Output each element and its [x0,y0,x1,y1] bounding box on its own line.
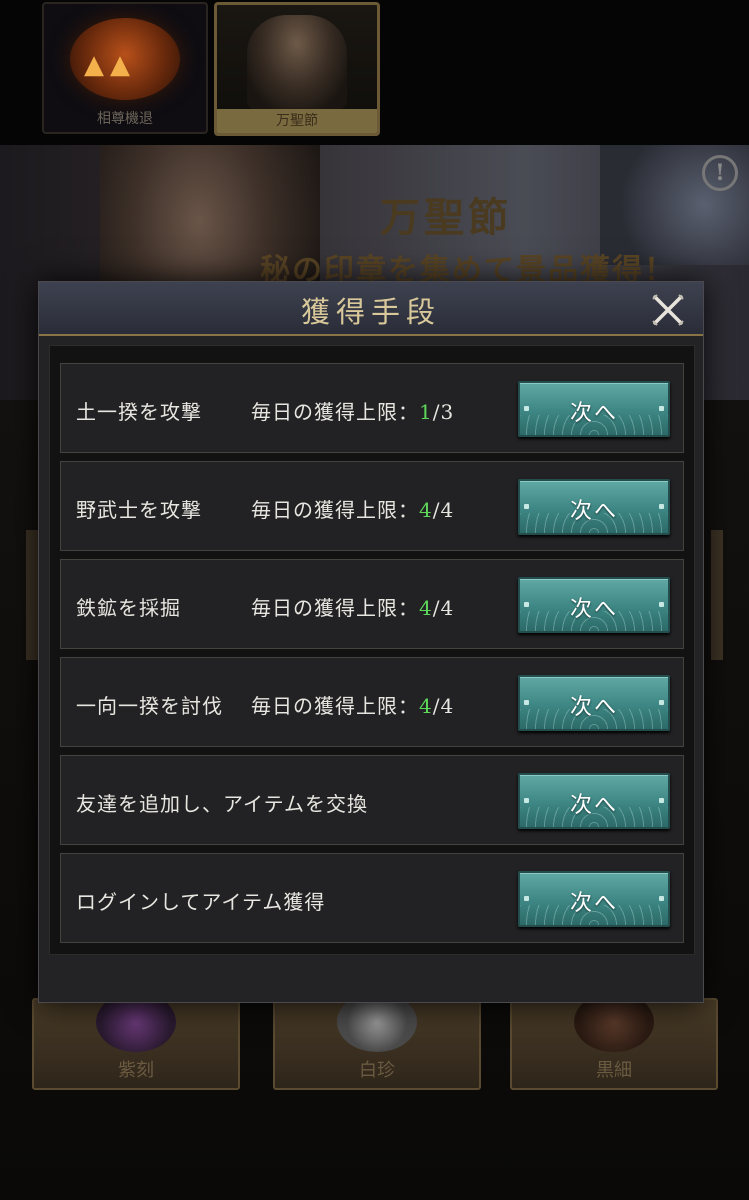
list-item: ログインしてアイテム獲得 次へ [60,853,684,943]
list-item: 友達を追加し、アイテムを交換 次へ [60,755,684,845]
method-name: 一向一揆を討伐 [76,694,223,718]
character-portrait [247,15,347,110]
limit-max: /4 [432,694,455,718]
reward-card-black[interactable]: 黒細 [510,992,718,1090]
next-label: 次へ [569,499,618,524]
methods-list: 土一揆を攻撃 毎日の獲得上限：1/3 次へ 野武士を攻撃 毎日の獲得上限：4/4… [49,345,695,955]
next-button[interactable]: 次へ [518,381,670,437]
reward-label: 白珍 [359,1060,395,1081]
limit-max: /3 [432,400,455,424]
limit-current: 4 [419,498,433,522]
banner-title: 万聖節 [380,194,512,241]
dialog-title: 獲得手段 [300,295,441,329]
method-name: 鉄鉱を採掘 [76,596,181,620]
method-name: 土一揆を攻撃 [76,400,202,424]
info-icon[interactable]: ! [702,155,738,191]
method-name: 野武士を攻撃 [76,498,202,522]
reward-card-white[interactable]: 白珍 [273,992,481,1090]
next-label: 次へ [569,695,618,720]
next-label: 次へ [569,597,618,622]
method-name: 友達を追加し、アイテムを交換 [76,792,368,816]
next-button[interactable]: 次へ [518,577,670,633]
next-button[interactable]: 次へ [518,773,670,829]
next-button[interactable]: 次へ [518,479,670,535]
limit-max: /4 [432,596,455,620]
next-label: 次へ [569,891,618,916]
limit-current: 1 [419,400,433,424]
reward-card-purple[interactable]: 紫刻 [32,992,240,1090]
next-button[interactable]: 次へ [518,871,670,927]
limit-current: 4 [419,596,433,620]
daily-limit: 毎日の獲得上限：1/3 [251,396,454,425]
pumpkin-face-icon: ▲▲ [84,50,136,80]
next-label: 次へ [569,793,618,818]
limit-max: /4 [432,498,455,522]
daily-limit: 毎日の獲得上限：4/4 [251,690,454,719]
list-item: 一向一揆を討伐 毎日の獲得上限：4/4 次へ [60,657,684,747]
list-item: 鉄鉱を採掘 毎日の獲得上限：4/4 次へ [60,559,684,649]
tab-halloween[interactable]: 万聖節 [214,2,380,136]
daily-limit: 毎日の獲得上限：4/4 [251,494,454,523]
method-name: ログインしてアイテム獲得 [76,890,326,914]
next-button[interactable]: 次へ [518,675,670,731]
tab-event-1[interactable]: ▲▲ 相尊機退 [42,2,208,134]
close-x-icon[interactable] [649,291,687,329]
next-label: 次へ [569,401,618,426]
limit-label: 毎日の獲得上限： [251,498,419,522]
limit-label: 毎日の獲得上限： [251,596,419,620]
list-item: 野武士を攻撃 毎日の獲得上限：4/4 次へ [60,461,684,551]
daily-limit: 毎日の獲得上限：4/4 [251,592,454,621]
reward-label: 黒細 [596,1060,632,1081]
top-tab-bar: ▲▲ 相尊機退 万聖節 [0,0,749,145]
tab-label: 相尊機退 [97,111,153,127]
side-decoration [26,530,38,660]
tab-label: 万聖節 [217,109,377,133]
list-item: 土一揆を攻撃 毎日の獲得上限：1/3 次へ [60,363,684,453]
limit-label: 毎日の獲得上限： [251,694,419,718]
limit-label: 毎日の獲得上限： [251,400,419,424]
side-decoration [711,530,723,660]
dialog-header: 獲得手段 [39,282,703,336]
reward-label: 紫刻 [118,1060,154,1081]
acquisition-methods-dialog: 獲得手段 土一揆を攻撃 毎日の獲得上限：1/3 次へ 野武士を攻撃 毎日の獲得上… [38,281,704,1003]
limit-current: 4 [419,694,433,718]
